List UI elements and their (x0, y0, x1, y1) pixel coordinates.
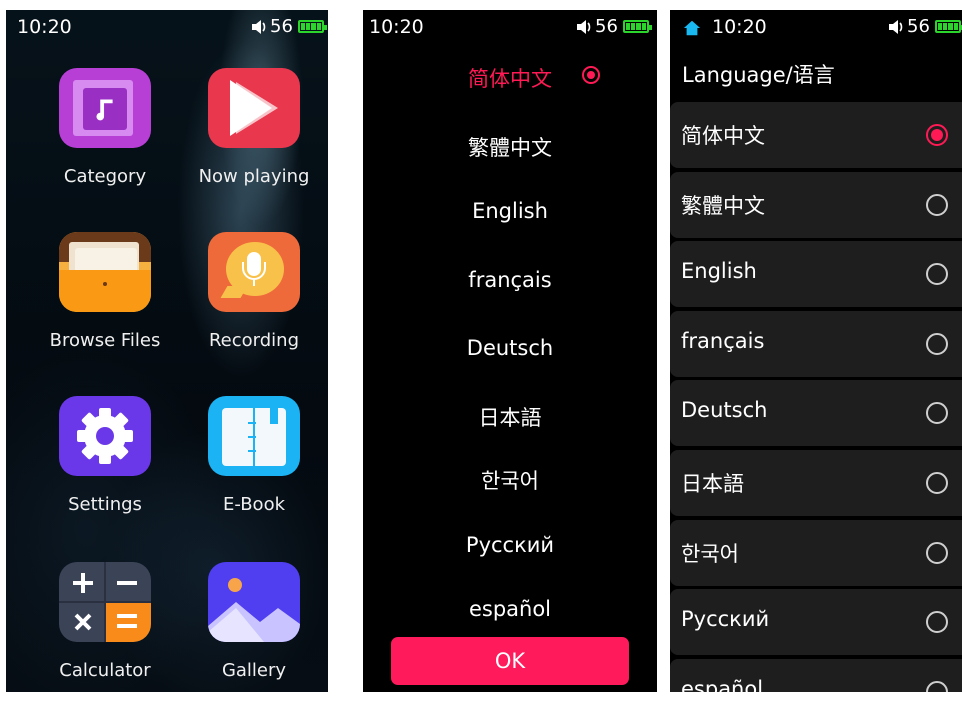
language-row-german[interactable]: Deutsch (670, 380, 962, 446)
radio-icon[interactable] (926, 681, 948, 692)
speaker-icon (577, 19, 591, 34)
language-row-zh-hans[interactable]: 简体中文 (670, 102, 962, 168)
selected-radio-icon (582, 66, 600, 84)
language-row-russian[interactable]: Русский (670, 589, 962, 655)
battery-icon (622, 20, 652, 33)
language-row-french[interactable]: français (670, 311, 962, 377)
speaker-icon (889, 19, 903, 34)
language-settings-screen: 10:20 56 Language/语言 简体中文 繁體中文 English f… (670, 10, 962, 692)
language-option-russian[interactable]: Русский (363, 533, 657, 557)
radio-icon[interactable] (926, 472, 948, 494)
radio-icon[interactable] (926, 194, 948, 216)
language-row-label: 日本語 (681, 472, 744, 496)
image-icon (208, 562, 300, 642)
radio-icon[interactable] (926, 542, 948, 564)
status-right: 56 (250, 16, 327, 37)
home-screen: 10:20 56 Category Now playing Browse Fil… (6, 10, 328, 692)
battery-icon (297, 20, 327, 33)
volume-level: 56 (595, 16, 618, 37)
status-bar: 10:20 56 (6, 10, 328, 46)
language-option-french[interactable]: français (363, 268, 657, 292)
language-row-label: 繁體中文 (681, 194, 765, 218)
page-title: Language/语言 (682, 63, 835, 87)
language-row-english[interactable]: English (670, 241, 962, 307)
language-row-zh-hant[interactable]: 繁體中文 (670, 172, 962, 238)
app-calculator[interactable]: Calculator (30, 562, 180, 681)
status-time: 10:20 (712, 16, 767, 38)
app-gallery-label: Gallery (221, 660, 287, 681)
app-settings-label: Settings (68, 494, 142, 515)
language-row-label: español (681, 677, 764, 692)
speaker-icon (252, 19, 266, 34)
language-option-zh-hant[interactable]: 繁體中文 (363, 132, 657, 162)
language-row-label: English (681, 259, 757, 283)
language-row-japanese[interactable]: 日本語 (670, 450, 962, 516)
app-calculator-label: Calculator (59, 660, 151, 681)
app-now-playing-label: Now playing (198, 166, 310, 187)
radio-icon[interactable] (926, 263, 948, 285)
book-icon (208, 396, 300, 476)
language-row-label: 한국어 (681, 542, 739, 566)
app-gallery[interactable]: Gallery (179, 562, 328, 681)
app-settings[interactable]: Settings (30, 396, 180, 515)
radio-icon[interactable] (926, 333, 948, 355)
status-time: 10:20 (17, 16, 72, 38)
language-row-spanish[interactable]: español (670, 659, 962, 692)
language-option-zh-hans[interactable]: 简体中文 (363, 63, 657, 93)
app-e-book[interactable]: E-Book (179, 396, 328, 515)
radio-icon[interactable] (926, 402, 948, 424)
language-option-english[interactable]: English (363, 199, 657, 223)
language-option-japanese[interactable]: 日本語 (363, 402, 657, 432)
gear-icon (59, 396, 151, 476)
ok-button[interactable]: OK (391, 637, 629, 685)
status-bar: 10:20 56 (363, 10, 657, 46)
status-time: 10:20 (369, 16, 424, 38)
radio-icon[interactable] (926, 611, 948, 633)
app-recording-label: Recording (208, 330, 300, 351)
language-row-label: Русский (681, 607, 770, 631)
status-right: 56 (887, 16, 962, 37)
volume-level: 56 (270, 16, 293, 37)
music-category-icon (59, 68, 151, 148)
app-e-book-label: E-Book (222, 494, 286, 515)
status-right: 56 (575, 16, 652, 37)
home-icon[interactable] (682, 19, 702, 37)
status-bar: 10:20 56 (670, 10, 962, 46)
language-row-label: français (681, 329, 765, 353)
language-row-korean[interactable]: 한국어 (670, 520, 962, 586)
microphone-icon (208, 232, 300, 312)
app-browse-files[interactable]: Browse Files (30, 232, 180, 351)
language-option-spanish[interactable]: español (363, 597, 657, 621)
app-now-playing[interactable]: Now playing (179, 68, 328, 187)
play-icon (208, 68, 300, 148)
folder-icon (59, 232, 151, 312)
language-picker-screen: 10:20 56 简体中文 繁體中文 English français Deut… (363, 10, 657, 692)
app-category[interactable]: Category (30, 68, 180, 187)
language-option-korean[interactable]: 한국어 (363, 465, 657, 495)
app-category-label: Category (63, 166, 147, 187)
app-browse-files-label: Browse Files (49, 330, 161, 351)
calculator-icon (59, 562, 151, 642)
language-row-label: 简体中文 (681, 124, 765, 148)
volume-level: 56 (907, 16, 930, 37)
language-row-label: Deutsch (681, 398, 768, 422)
language-option-german[interactable]: Deutsch (363, 336, 657, 360)
radio-selected-icon[interactable] (926, 124, 948, 146)
app-recording[interactable]: Recording (179, 232, 328, 351)
battery-icon (934, 20, 962, 33)
